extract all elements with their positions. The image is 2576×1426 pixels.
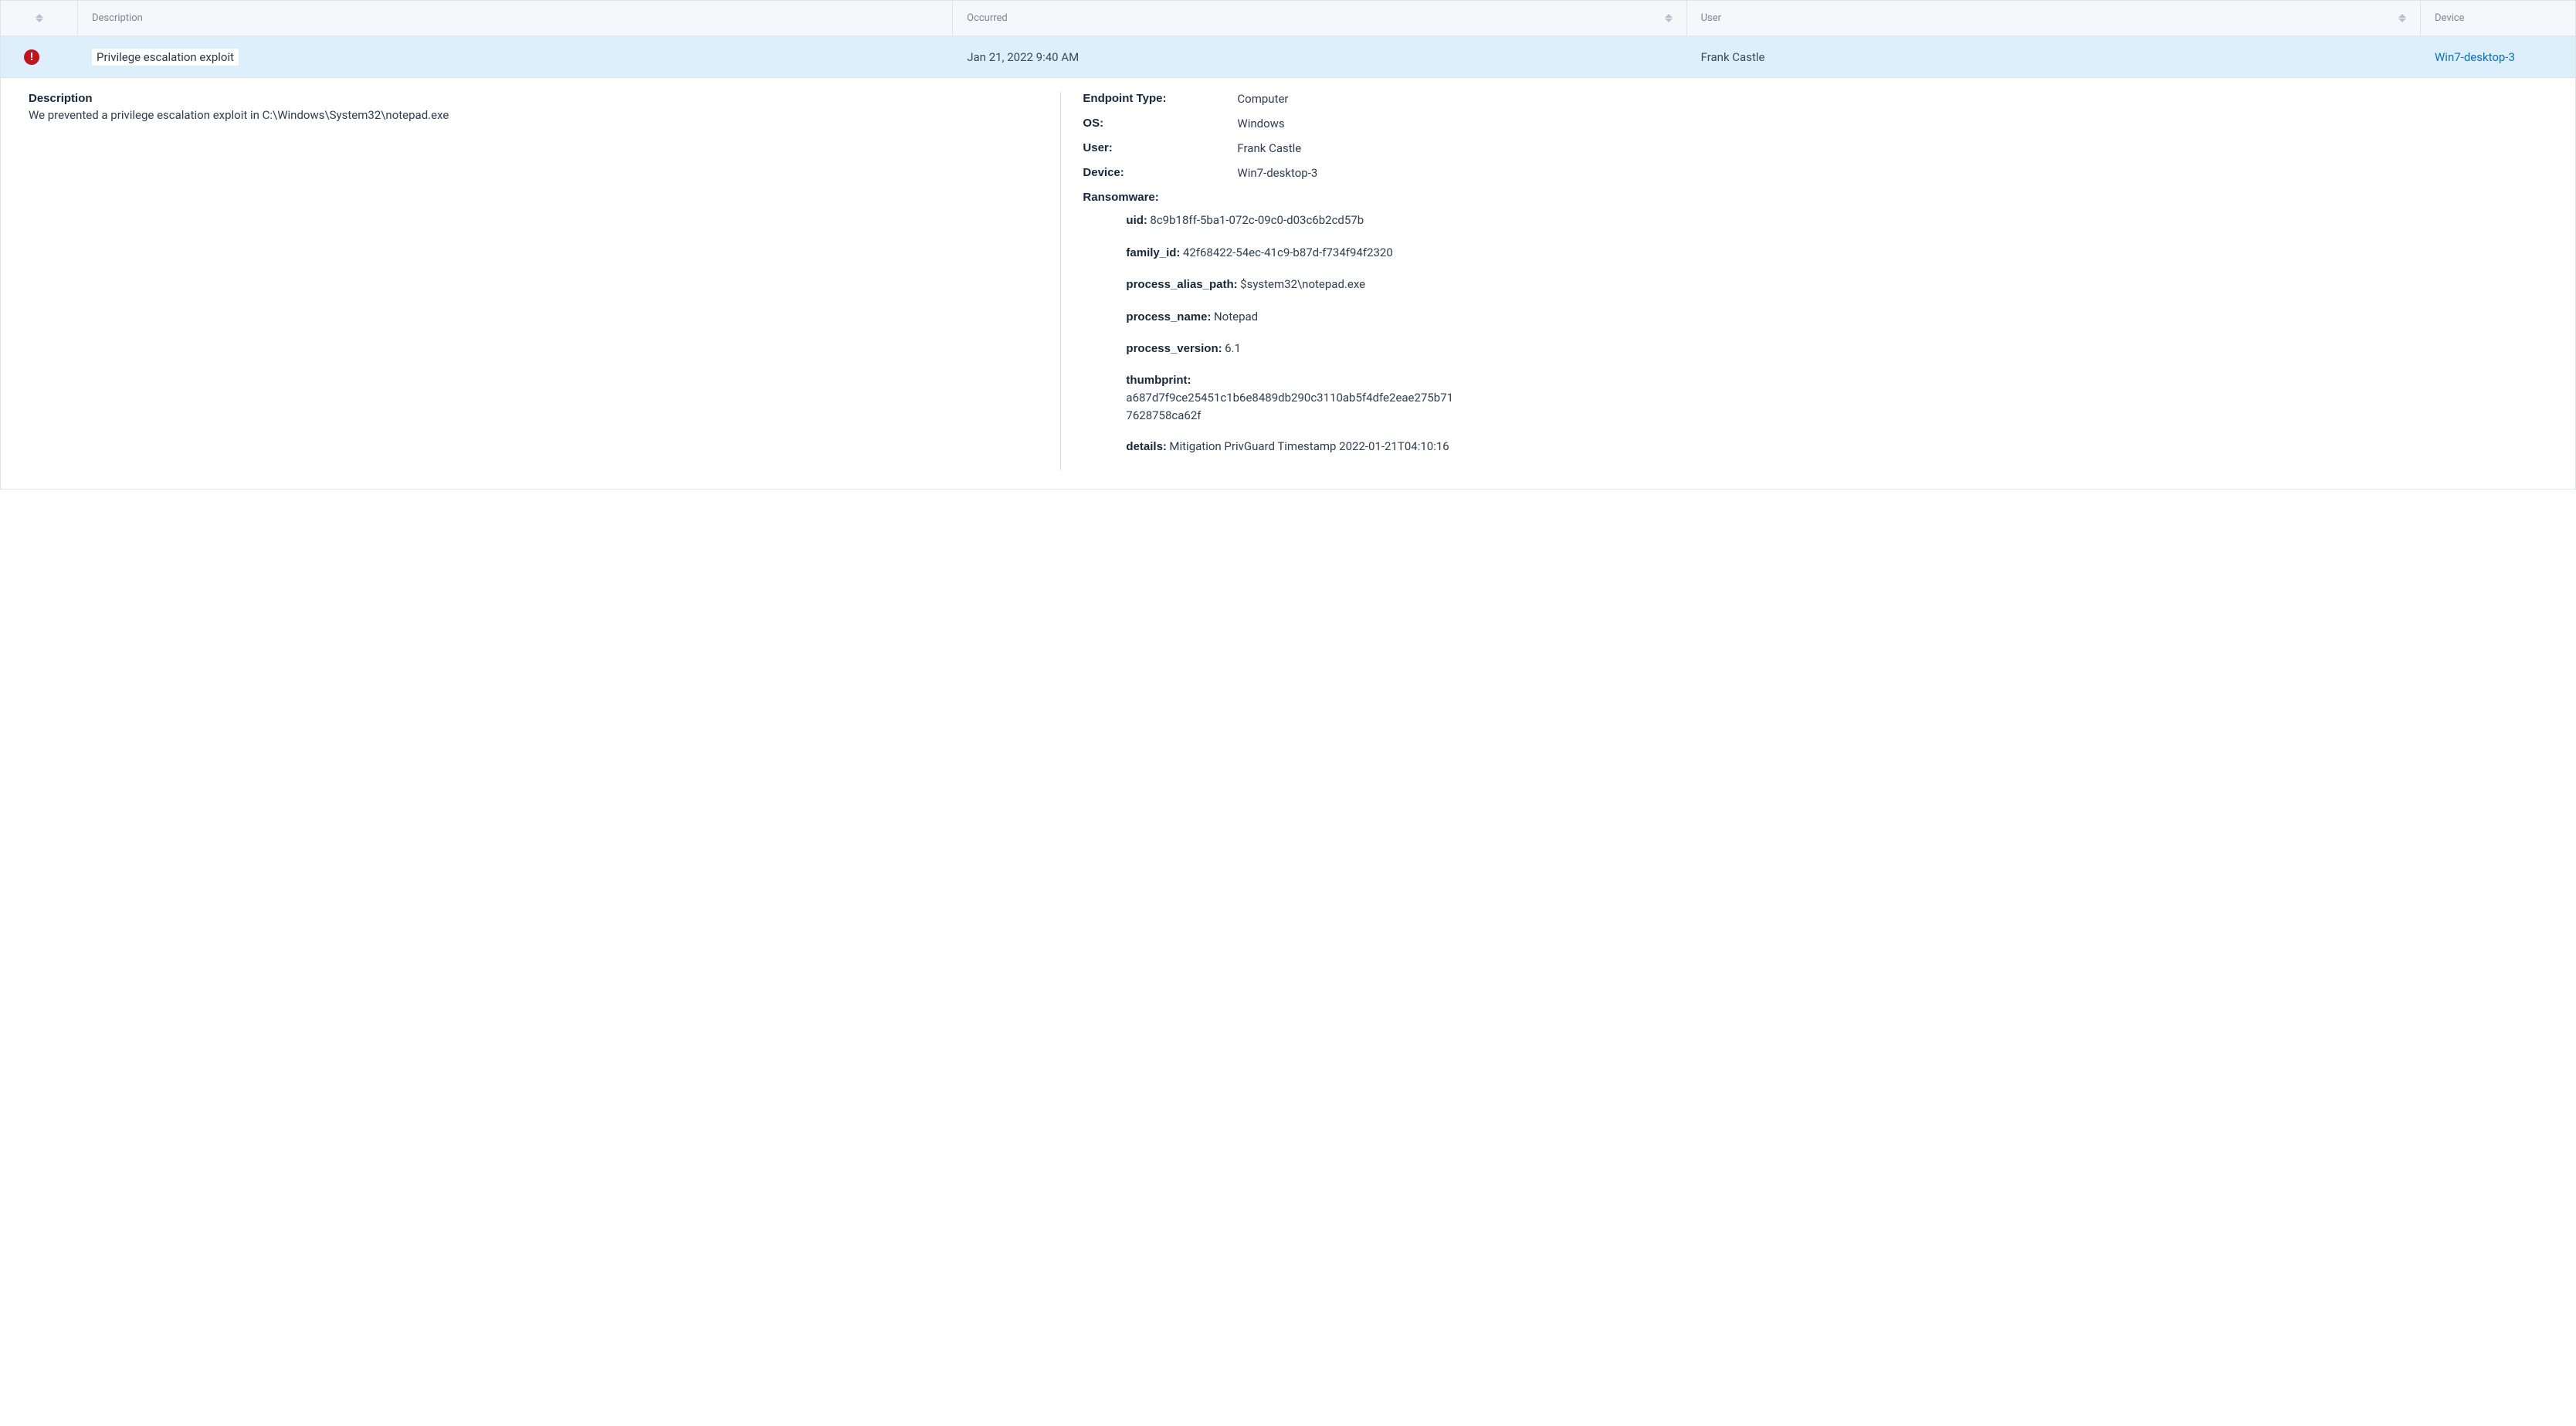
sub-val: $system32\notepad.exe — [1240, 277, 1365, 291]
kv-details: details: Mitigation PrivGuard Timestamp … — [1126, 438, 1458, 456]
column-header-severity[interactable] — [1, 1, 78, 36]
header-label: User — [1701, 12, 1721, 24]
kv-value: Frank Castle — [1237, 141, 1301, 155]
sub-val: 8c9b18ff-5ba1-072c-09c0-d03c6b2cd57b — [1150, 213, 1364, 227]
kv-user: User: Frank Castle — [1083, 141, 2547, 155]
sub-val: a687d7f9ce25451c1b6e8489db290c3110ab5f4d… — [1126, 389, 1458, 424]
sub-val: 42f68422-54ec-41c9-b87d-f734f94f2320 — [1183, 246, 1393, 259]
sub-key: process_name: — [1126, 310, 1211, 323]
kv-label: OS: — [1083, 117, 1237, 130]
sort-icon — [2398, 14, 2406, 22]
kv-label: User: — [1083, 141, 1237, 155]
cell-severity: ! — [1, 49, 78, 65]
sub-key: process_version: — [1126, 342, 1222, 355]
kv-endpoint-type: Endpoint Type: Computer — [1083, 92, 2547, 106]
kv-family-id: family_id: 42f68422-54ec-41c9-b87d-f734f… — [1126, 244, 2547, 263]
description-heading: Description — [29, 92, 1045, 105]
kv-value: Windows — [1237, 117, 1284, 130]
kv-label: Endpoint Type: — [1083, 92, 1237, 106]
cell-device: Win7-desktop-3 — [2421, 50, 2575, 64]
cell-occurred: Jan 21, 2022 9:40 AM — [953, 50, 1686, 64]
detail-right: Endpoint Type: Computer OS: Windows User… — [1061, 92, 2547, 470]
sub-key: family_id: — [1126, 246, 1180, 259]
events-table: Description Occurred User Device ! Privi… — [0, 0, 2576, 489]
device-link[interactable]: Win7-desktop-3 — [1237, 166, 1317, 180]
column-header-description[interactable]: Description — [78, 1, 953, 36]
sort-icon — [1665, 14, 1673, 22]
detail-left: Description We prevented a privilege esc… — [29, 92, 1061, 470]
kv-process-alias-path: process_alias_path: $system32\notepad.ex… — [1126, 276, 2547, 294]
kv-process-version: process_version: 6.1 — [1126, 340, 2547, 358]
header-label: Description — [92, 12, 143, 24]
kv-os: OS: Windows — [1083, 117, 2547, 130]
column-header-device[interactable]: Device — [2421, 1, 2575, 36]
ransomware-block: uid: 8c9b18ff-5ba1-072c-09c0-d03c6b2cd57… — [1083, 212, 2547, 456]
description-text: Privilege escalation exploit — [92, 49, 239, 66]
table-header-row: Description Occurred User Device — [1, 1, 2575, 36]
sub-val: Mitigation PrivGuard Timestamp 2022-01-2… — [1169, 439, 1449, 453]
description-body: We prevented a privilege escalation expl… — [29, 107, 1045, 124]
sub-val: Notepad — [1214, 310, 1258, 323]
sub-key: thumbprint: — [1126, 372, 1458, 390]
kv-device: Device: Win7-desktop-3 — [1083, 166, 2547, 180]
kv-thumbprint: thumbprint: a687d7f9ce25451c1b6e8489db29… — [1126, 372, 1458, 425]
kv-value: Computer — [1237, 92, 1288, 106]
table-row[interactable]: ! Privilege escalation exploit Jan 21, 2… — [1, 36, 2575, 78]
sub-key: uid: — [1126, 214, 1147, 227]
header-label: Occurred — [967, 12, 1008, 24]
device-link[interactable]: Win7-desktop-3 — [2435, 50, 2515, 64]
alert-critical-icon: ! — [24, 49, 39, 65]
kv-process-name: process_name: Notepad — [1126, 308, 2547, 327]
cell-user: Frank Castle — [1687, 50, 2421, 64]
kv-ransomware: Ransomware: — [1083, 191, 2547, 204]
sub-key: details: — [1126, 440, 1167, 453]
kv-label: Device: — [1083, 166, 1237, 180]
cell-description: Privilege escalation exploit — [78, 49, 953, 66]
header-label: Device — [2435, 12, 2465, 24]
kv-label: Ransomware: — [1083, 191, 1237, 204]
column-header-occurred[interactable]: Occurred — [953, 1, 1686, 36]
detail-panel: Description We prevented a privilege esc… — [1, 78, 2575, 489]
kv-uid: uid: 8c9b18ff-5ba1-072c-09c0-d03c6b2cd57… — [1126, 212, 2547, 230]
sub-key: process_alias_path: — [1126, 278, 1237, 291]
sort-icon — [36, 14, 43, 22]
column-header-user[interactable]: User — [1687, 1, 2421, 36]
sub-val: 6.1 — [1225, 341, 1241, 355]
